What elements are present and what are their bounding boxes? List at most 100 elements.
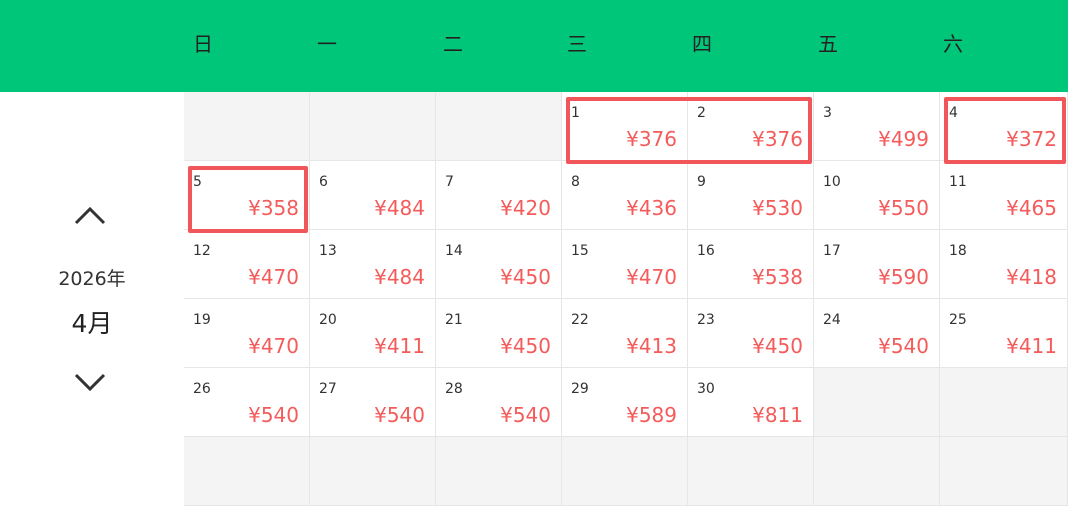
- day-price: ¥450: [500, 334, 551, 358]
- chevron-down-icon[interactable]: [72, 370, 108, 396]
- day-cell[interactable]: 23 ¥450: [688, 299, 814, 368]
- day-price: ¥550: [878, 196, 929, 220]
- day-price: ¥470: [248, 334, 299, 358]
- day-price: ¥540: [374, 403, 425, 427]
- weekday-wed: 三: [567, 32, 587, 56]
- day-number: 1: [571, 105, 580, 121]
- day-number: 11: [949, 174, 967, 190]
- day-number: 2: [697, 105, 706, 121]
- day-price: ¥484: [374, 196, 425, 220]
- day-number: 18: [949, 243, 967, 259]
- day-price: ¥372: [1006, 127, 1057, 151]
- day-cell[interactable]: 30 ¥811: [688, 368, 814, 437]
- day-cell[interactable]: 18 ¥418: [940, 230, 1068, 299]
- day-cell[interactable]: 28 ¥540: [436, 368, 562, 437]
- day-number: 24: [823, 312, 841, 328]
- day-price: ¥411: [1006, 334, 1057, 358]
- day-price: ¥470: [626, 265, 677, 289]
- day-cell[interactable]: 8 ¥436: [562, 161, 688, 230]
- day-cell[interactable]: 29 ¥589: [562, 368, 688, 437]
- day-cell[interactable]: 24 ¥540: [814, 299, 940, 368]
- weekday-mon: 一: [317, 32, 337, 56]
- day-cell[interactable]: 6 ¥484: [310, 161, 436, 230]
- empty-cell: [940, 368, 1068, 437]
- day-cell[interactable]: 15 ¥470: [562, 230, 688, 299]
- day-price: ¥540: [248, 403, 299, 427]
- weekday-header: 日 一 二 三 四 五 六: [0, 0, 1068, 92]
- day-number: 22: [571, 312, 589, 328]
- calendar-grid: 1 ¥376 2 ¥376 3 ¥499 4 ¥372 5 ¥358 6 ¥484 7 ¥420 8 ¥436…: [184, 92, 1068, 506]
- day-price: ¥540: [878, 334, 929, 358]
- day-cell[interactable]: 25 ¥411: [940, 299, 1068, 368]
- day-number: 19: [193, 312, 211, 328]
- month-label: 4月: [71, 309, 113, 338]
- day-price: ¥530: [752, 196, 803, 220]
- day-number: 25: [949, 312, 967, 328]
- day-number: 16: [697, 243, 715, 259]
- empty-cell: [184, 437, 310, 506]
- day-number: 15: [571, 243, 589, 259]
- day-price: ¥590: [878, 265, 929, 289]
- day-price: ¥376: [752, 127, 803, 151]
- day-number: 9: [697, 174, 706, 190]
- day-number: 8: [571, 174, 580, 190]
- day-number: 27: [319, 381, 337, 397]
- day-cell[interactable]: 26 ¥540: [184, 368, 310, 437]
- day-number: 28: [445, 381, 463, 397]
- day-price: ¥499: [878, 127, 929, 151]
- day-cell[interactable]: 10 ¥550: [814, 161, 940, 230]
- day-cell[interactable]: 19 ¥470: [184, 299, 310, 368]
- day-cell[interactable]: 5 ¥358: [184, 161, 310, 230]
- day-price: ¥450: [500, 265, 551, 289]
- day-cell[interactable]: 9 ¥530: [688, 161, 814, 230]
- day-cell[interactable]: 14 ¥450: [436, 230, 562, 299]
- day-price: ¥358: [248, 196, 299, 220]
- day-number: 4: [949, 105, 958, 121]
- day-cell[interactable]: 2 ¥376: [688, 92, 814, 161]
- day-price: ¥420: [500, 196, 551, 220]
- empty-cell: [310, 92, 436, 161]
- day-price: ¥436: [626, 196, 677, 220]
- day-cell[interactable]: 17 ¥590: [814, 230, 940, 299]
- year-label: 2026年: [58, 268, 126, 290]
- day-price: ¥413: [626, 334, 677, 358]
- empty-cell: [184, 92, 310, 161]
- day-cell[interactable]: 22 ¥413: [562, 299, 688, 368]
- day-price: ¥538: [752, 265, 803, 289]
- empty-cell: [688, 437, 814, 506]
- day-number: 30: [697, 381, 715, 397]
- day-cell[interactable]: 21 ¥450: [436, 299, 562, 368]
- day-number: 5: [193, 174, 202, 190]
- day-cell[interactable]: 12 ¥470: [184, 230, 310, 299]
- day-cell[interactable]: 3 ¥499: [814, 92, 940, 161]
- day-price: ¥418: [1006, 265, 1057, 289]
- day-cell[interactable]: 7 ¥420: [436, 161, 562, 230]
- day-cell[interactable]: 20 ¥411: [310, 299, 436, 368]
- day-cell[interactable]: 16 ¥538: [688, 230, 814, 299]
- day-cell[interactable]: 13 ¥484: [310, 230, 436, 299]
- day-number: 26: [193, 381, 211, 397]
- day-cell[interactable]: 4 ¥372: [940, 92, 1068, 161]
- day-number: 21: [445, 312, 463, 328]
- day-number: 6: [319, 174, 328, 190]
- empty-cell: [814, 437, 940, 506]
- weekday-sat: 六: [943, 32, 963, 56]
- empty-cell: [436, 92, 562, 161]
- day-cell[interactable]: 27 ¥540: [310, 368, 436, 437]
- day-number: 20: [319, 312, 337, 328]
- weekday-thu: 四: [692, 32, 712, 56]
- day-price: ¥470: [248, 265, 299, 289]
- day-price: ¥811: [752, 403, 803, 427]
- day-cell[interactable]: 1 ¥376: [562, 92, 688, 161]
- empty-cell: [562, 437, 688, 506]
- day-cell[interactable]: 11 ¥465: [940, 161, 1068, 230]
- day-price: ¥411: [374, 334, 425, 358]
- chevron-up-icon[interactable]: [72, 202, 108, 228]
- day-number: 14: [445, 243, 463, 259]
- weekday-sun: 日: [193, 32, 213, 56]
- day-number: 3: [823, 105, 832, 121]
- month-navigator: 2026年 4月: [0, 92, 184, 506]
- weekday-fri: 五: [818, 32, 838, 56]
- day-price: ¥450: [752, 334, 803, 358]
- day-price: ¥376: [626, 127, 677, 151]
